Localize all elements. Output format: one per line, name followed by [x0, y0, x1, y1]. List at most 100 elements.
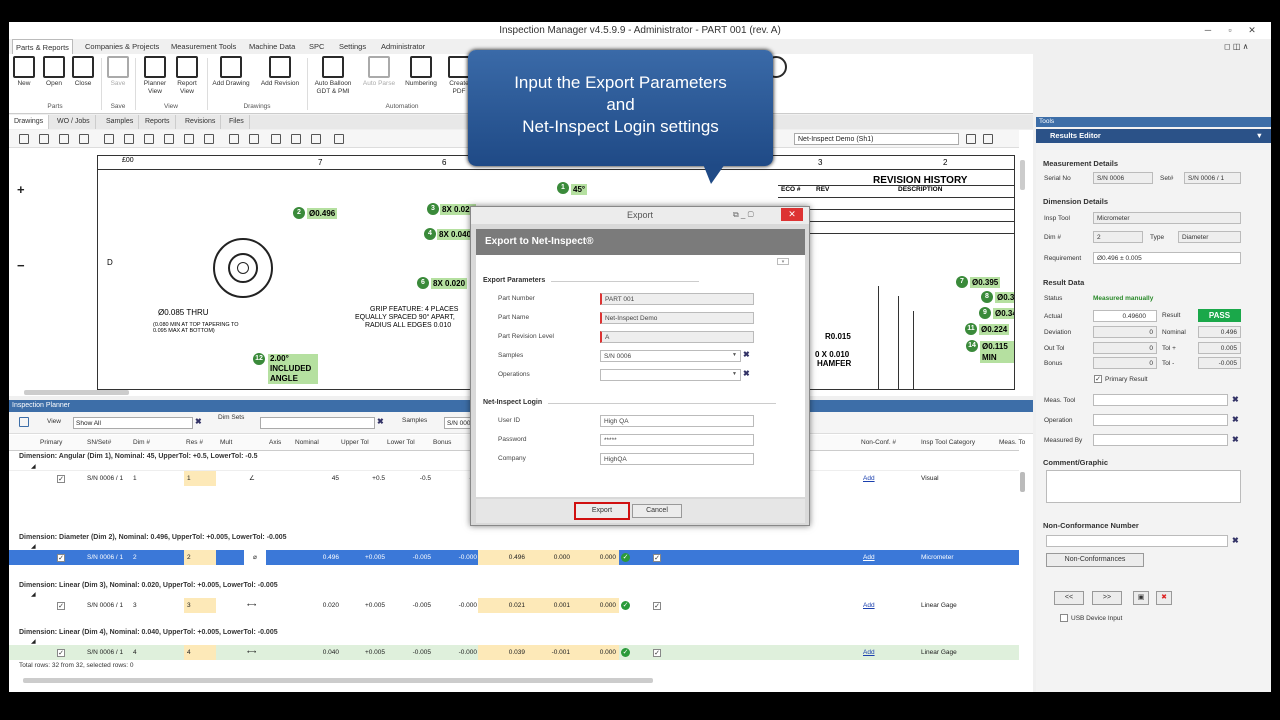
primary-checkbox[interactable]: ✓ — [57, 475, 65, 483]
samples-select[interactable]: S/N 000 — [444, 417, 472, 429]
menu-parts-reports[interactable]: Parts & Reports — [12, 39, 73, 54]
rect-tool-icon[interactable] — [104, 134, 114, 144]
balloon-8[interactable]: 8 — [981, 291, 993, 303]
balloon-11[interactable]: 11 — [965, 323, 977, 335]
set-field[interactable]: S/N 0006 / 1 — [1184, 172, 1241, 184]
save-result-icon[interactable]: ▣ — [1133, 591, 1149, 605]
meas-tool-select[interactable] — [1093, 394, 1228, 406]
open-button[interactable]: Open — [43, 56, 65, 88]
close-icon[interactable]: ✕ — [1243, 22, 1261, 39]
tab-reports[interactable]: Reports — [140, 115, 176, 129]
view-select[interactable]: Show All — [73, 417, 193, 429]
settings-tool-icon[interactable] — [249, 134, 259, 144]
add-drawing-button[interactable]: Add Drawing — [209, 56, 253, 88]
clear-view-icon[interactable]: ✖ — [195, 417, 202, 426]
clear-operations-icon[interactable]: ✖ — [743, 369, 750, 378]
table-row[interactable]: ◢ ✓ S/N 0006 / 1 4 4 ⟷ 0.040 +0.005 -0.0… — [9, 637, 1019, 660]
menu-machine-data[interactable]: Machine Data — [246, 39, 298, 54]
check-tool-icon[interactable] — [59, 134, 69, 144]
non-conformances-button[interactable]: Non-Conformances — [1046, 553, 1144, 567]
menu-settings[interactable]: Settings — [336, 39, 369, 54]
balloon-6[interactable]: 6 — [417, 277, 429, 289]
primary-checkbox[interactable]: ✓ — [57, 554, 65, 562]
planner-hscroll[interactable] — [23, 678, 653, 683]
table-tool-icon[interactable] — [229, 134, 239, 144]
result-checkbox[interactable]: ✓ — [653, 649, 661, 657]
add-nc-link[interactable]: Add — [863, 598, 875, 613]
col-mult[interactable]: Mult — [220, 435, 232, 451]
select-tool-icon[interactable] — [19, 134, 29, 144]
add-revision-button[interactable]: Add Revision — [258, 56, 302, 88]
tab-files[interactable]: Files — [224, 115, 250, 129]
tab-revisions[interactable]: Revisions — [180, 115, 222, 129]
export-button[interactable]: Export — [574, 502, 630, 520]
copy-tool-icon[interactable] — [204, 134, 214, 144]
dropdown-icon[interactable]: ▼ — [732, 371, 737, 377]
clear-operation-icon[interactable]: ✖ — [1232, 415, 1239, 424]
chevron-down-icon[interactable]: ▼ — [1256, 129, 1263, 143]
part-number-field[interactable]: PART 001 — [600, 293, 754, 305]
minimize-icon[interactable]: ─ — [1199, 22, 1217, 39]
primary-checkbox[interactable]: ✓ — [57, 602, 65, 610]
menu-measurement-tools[interactable]: Measurement Tools — [168, 39, 239, 54]
horizontal-scrollbar[interactable] — [24, 390, 129, 395]
rotate-tool-icon[interactable] — [184, 134, 194, 144]
planner-view-button[interactable]: Planner View — [140, 56, 170, 96]
balloon-3[interactable]: 3 — [427, 203, 439, 215]
ribbon-options-icon[interactable]: ◻ ◫ ∧ — [1221, 39, 1252, 54]
add-nc-link[interactable]: Add — [863, 645, 875, 660]
menu-companies-projects[interactable]: Companies & Projects — [82, 39, 162, 54]
pin-tool-icon[interactable] — [79, 134, 89, 144]
col-non-conf[interactable]: Non-Conf. # — [861, 435, 896, 451]
clear-measured-by-icon[interactable]: ✖ — [1232, 435, 1239, 444]
balloon-4[interactable]: 4 — [424, 228, 436, 240]
balloon-14[interactable]: 14 — [966, 340, 978, 352]
add-nc-link[interactable]: Add — [863, 471, 875, 486]
save-button[interactable]: Save — [107, 56, 129, 88]
eye-icon[interactable] — [311, 134, 321, 144]
dialog-close-icon[interactable]: ✕ — [781, 208, 803, 221]
add-nc-link[interactable]: Add — [863, 550, 875, 565]
dim-field[interactable]: 2 — [1093, 231, 1143, 243]
grid-tool-icon[interactable] — [144, 134, 154, 144]
sort-icon[interactable] — [19, 417, 29, 427]
menu-administrator[interactable]: Administrator — [378, 39, 428, 54]
expand-icon[interactable]: ◢ — [31, 463, 36, 470]
numbering-button[interactable]: Numbering — [402, 56, 440, 88]
result-checkbox[interactable]: ✓ — [653, 554, 661, 562]
results-editor-header[interactable]: Results Editor ▼ — [1036, 129, 1271, 143]
primary-checkbox[interactable]: ✓ — [57, 649, 65, 657]
close-button[interactable]: Close — [72, 56, 94, 88]
balloon-9[interactable]: 9 — [979, 307, 991, 319]
operation-select[interactable] — [1093, 414, 1228, 426]
user-id-input[interactable]: High QA — [600, 415, 754, 427]
table-row-selected[interactable]: ◢ ✓ S/N 0006 / 1 2 2 ⌀ 0.496 +0.005 -0.0… — [9, 542, 1019, 565]
collapse-icon[interactable]: ▾ — [777, 258, 789, 265]
requirement-field[interactable]: Ø0.496 ± 0.005 — [1093, 252, 1241, 264]
balloon-2[interactable]: 2 — [293, 207, 305, 219]
planner-vscroll[interactable] — [1020, 472, 1025, 492]
col-insp-tool-category[interactable]: Insp Tool Category — [921, 435, 975, 451]
tab-wo-jobs[interactable]: WO / Jobs — [52, 115, 96, 129]
company-input[interactable]: HighQA — [600, 453, 754, 465]
vertical-scrollbar[interactable] — [1020, 160, 1025, 190]
col-upper-tol[interactable]: Upper Tol — [341, 435, 369, 451]
dimsets-select[interactable] — [260, 417, 375, 429]
clear-samples-icon[interactable]: ✖ — [743, 350, 750, 359]
zoom-plus-icon[interactable]: + — [17, 182, 25, 197]
menu-spc[interactable]: SPC — [306, 39, 327, 54]
clear-dimsets-icon[interactable]: ✖ — [377, 417, 384, 426]
next-button[interactable]: >> — [1092, 591, 1122, 605]
operations-select[interactable] — [600, 369, 741, 381]
new-button[interactable]: New — [13, 56, 35, 88]
nc-number-select[interactable] — [1046, 535, 1228, 547]
col-meas-tool[interactable]: Meas. To — [999, 435, 1025, 451]
col-res[interactable]: Res # — [186, 435, 203, 451]
text-tool-icon[interactable] — [39, 134, 49, 144]
insp-tool-select[interactable]: Micrometer — [1093, 212, 1241, 224]
report-view-button[interactable]: Report View — [172, 56, 202, 96]
col-dim[interactable]: Dim # — [133, 435, 150, 451]
usb-checkbox[interactable] — [1060, 614, 1068, 622]
view-icon[interactable] — [966, 134, 976, 144]
clear-meas-tool-icon[interactable]: ✖ — [1232, 395, 1239, 404]
